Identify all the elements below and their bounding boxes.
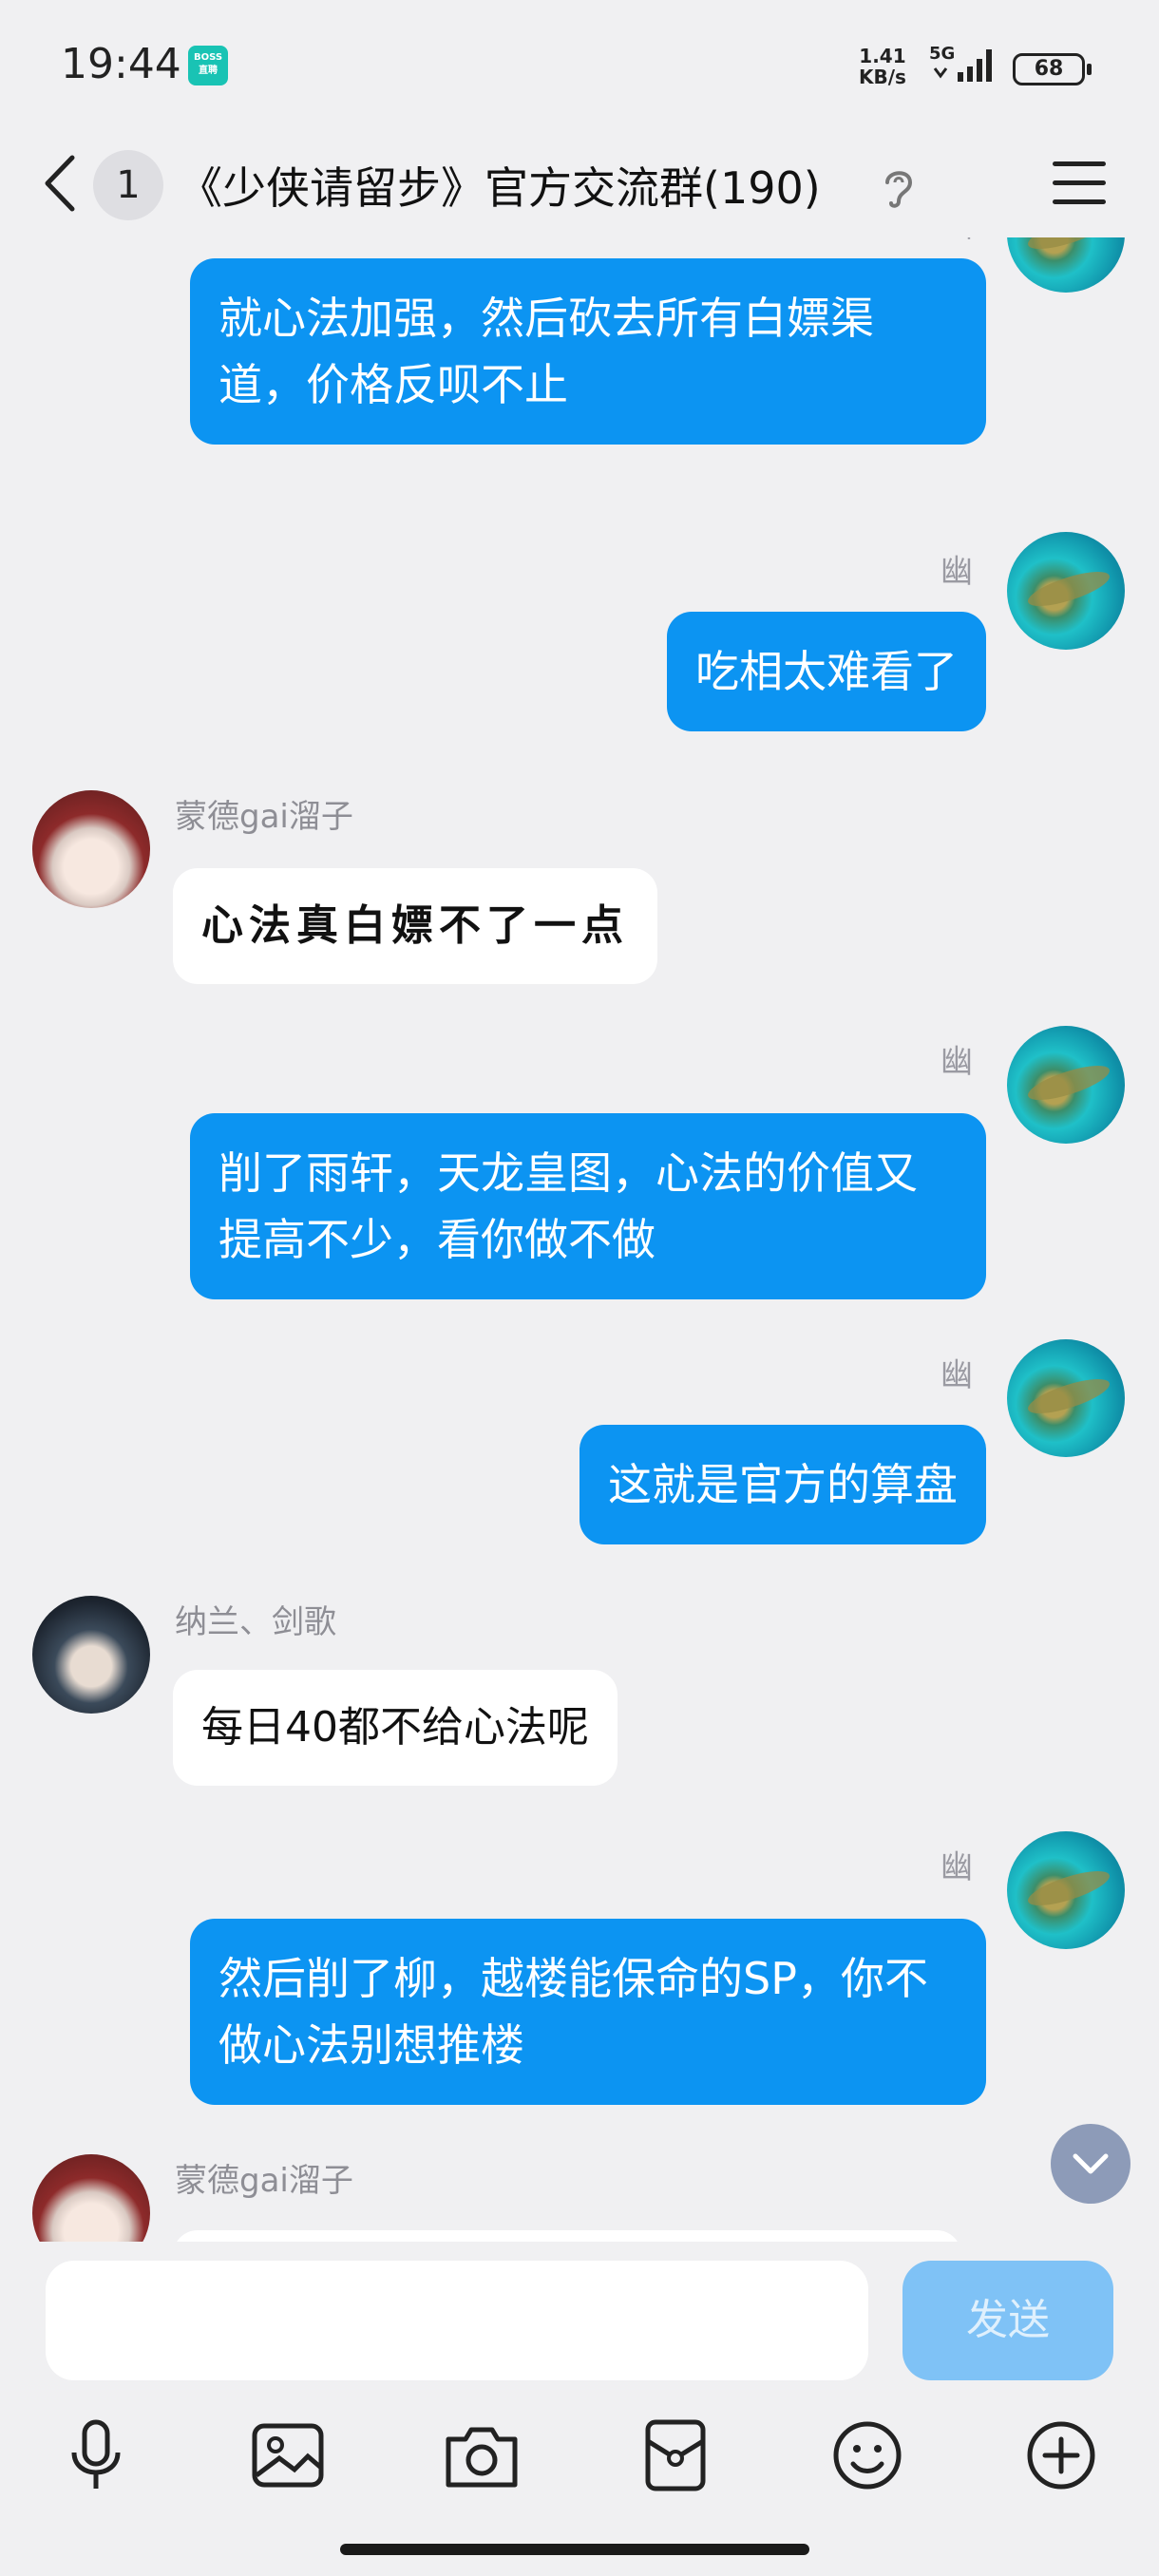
avatar[interactable] [1007,237,1125,293]
avatar[interactable] [1007,1026,1125,1144]
message-bubble[interactable]: 削了雨轩，天龙皇图，心法的价值又提高不少，看你做不做 [190,1113,986,1299]
back-arrow-icon[interactable] [38,150,86,217]
message-bubble[interactable]: 然后削了柳，越楼能保命的SP，你不做心法别想推楼 [190,1919,986,2105]
camera-icon[interactable] [439,2413,524,2498]
chevron-down-icon [1073,2153,1109,2174]
message-bubble[interactable]: 每日40都不给心法呢 [173,1670,618,1786]
boss-app-notification-icon: BOSS 直聘 [188,46,228,85]
status-bar: 19:44 BOSS 直聘 1.41 KB/s 5G 68 [0,0,1159,133]
avatar[interactable] [1007,532,1125,650]
red-packet-icon[interactable] [633,2413,718,2498]
message-bubble[interactable]: 吃相太难看了 [667,612,986,731]
message-bubble[interactable] [173,2230,961,2242]
network-speed-value: 1.41 [859,45,906,67]
battery-indicator: 68 [1013,53,1092,85]
group-title[interactable]: 《少侠请留步》官方交流群(190) [179,154,821,217]
message-composer: 发送 [0,2242,1159,2384]
status-time: 19:44 [61,40,181,88]
avatar[interactable] [1007,1831,1125,1949]
network-speed-unit: KB/s [859,66,906,88]
message-bubble[interactable]: 就心法加强，然后砍去所有白嫖渠道，价格反呗不止 [190,258,986,445]
avatar[interactable] [1007,1339,1125,1457]
network-speed: 1.41 KB/s [859,46,906,87]
sender-tag: 幽 [940,1356,973,1394]
menu-icon[interactable] [1053,161,1106,209]
microphone-icon[interactable] [53,2413,139,2498]
network-type-label: 5G [929,44,955,64]
avatar[interactable] [32,2154,150,2242]
sender-name[interactable]: 纳兰、剑歌 [175,1596,336,1642]
signal-icon: 5G [929,44,992,82]
unread-count-badge[interactable]: 1 [93,150,163,220]
plus-icon[interactable] [1018,2413,1104,2498]
ear-listen-icon[interactable] [880,165,918,211]
sender-tag: 幽 [940,237,973,246]
avatar[interactable] [32,790,150,908]
home-indicator[interactable] [340,2544,809,2555]
chat-message-list[interactable]: 幽 就心法加强，然后砍去所有白嫖渠道，价格反呗不止 幽 吃相太难看了 蒙德gai… [0,237,1159,2242]
sender-tag: 幽 [940,553,973,591]
send-button[interactable]: 发送 [902,2261,1113,2380]
message-bubble[interactable]: 这就是官方的算盘 [580,1425,986,1544]
avatar[interactable] [32,1596,150,1714]
message-bubble[interactable]: 心法真白嫖不了一点 [173,868,657,984]
scroll-to-bottom-button[interactable] [1051,2124,1130,2204]
sender-name[interactable]: 蒙德gai溜子 [175,2154,353,2201]
sender-tag: 幽 [940,1043,973,1081]
sender-name[interactable]: 蒙德gai溜子 [175,790,353,837]
emoji-icon[interactable] [825,2413,910,2498]
chat-header: 1 《少侠请留步》官方交流群(190) [0,133,1159,237]
input-toolbar [0,2403,1159,2508]
sender-tag: 幽 [940,1848,973,1886]
message-input[interactable] [46,2261,868,2380]
image-icon[interactable] [245,2413,331,2498]
